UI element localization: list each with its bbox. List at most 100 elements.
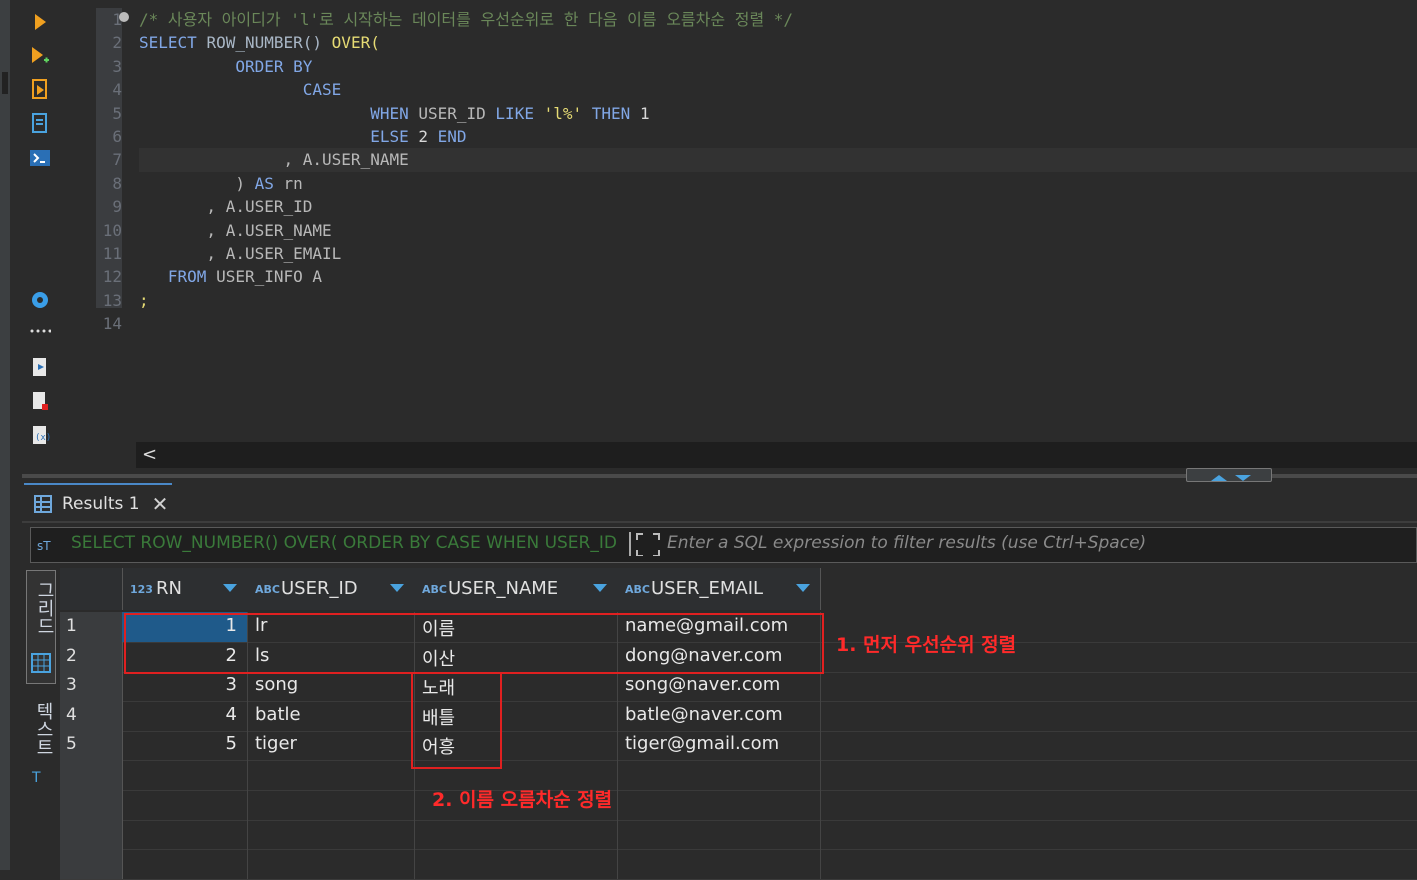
line-number: 10 [102,220,122,240]
code-line[interactable]: 12 FROM USER_INFO A [96,265,1396,288]
cell-user-id[interactable]: batle [247,700,415,731]
export-icon[interactable] [28,356,52,380]
cell-user-email[interactable] [617,789,821,820]
sort-dropdown-icon[interactable] [223,584,237,592]
sql-editor[interactable]: 1 /* 사용자 아이디가 'l'로 시작하는 데이터를 우선순위로 한 다음 이… [96,8,1417,442]
cell-rn[interactable]: 5 [122,730,248,761]
line-number: 6 [112,127,122,146]
tab-results-1[interactable]: Results 1 ✕ [24,483,172,523]
error-file-icon[interactable] [28,390,52,414]
code-token: , A.USER_EMAIL [139,244,342,263]
cell-user-id[interactable] [247,819,415,850]
execute-statement-icon[interactable] [28,10,52,34]
cell-user-id[interactable] [247,760,415,790]
side-tab-grid[interactable]: 그리드 [26,570,56,684]
svg-text:T: T [31,770,41,786]
side-tab-text[interactable]: 텍스트 T [26,694,54,794]
line-number: 3 [112,56,122,76]
cell-user-email[interactable]: tiger@gmail.com [617,730,821,761]
annotation-priority-sort: 1. 먼저 우선순위 정렬 [836,634,1017,656]
execute-script-icon[interactable] [28,78,52,102]
code-text: , A.USER_NAME [139,219,331,242]
splitter-handle[interactable] [1186,468,1272,482]
cell-user-email[interactable] [617,819,821,850]
code-line[interactable]: 1 /* 사용자 아이디가 'l'로 시작하는 데이터를 우선순위로 한 다음 이… [96,8,1396,31]
close-icon[interactable]: ✕ [152,492,169,516]
execute-new-tab-icon[interactable] [28,44,52,68]
cell-user-email[interactable] [617,760,821,790]
column-header[interactable]: ABC USER_ID [247,568,415,610]
cell-rn[interactable] [122,848,248,879]
row-number-cell[interactable]: 5 [60,730,123,761]
code-line[interactable]: 4 CASE [96,78,1396,101]
code-text: CASE [139,78,342,101]
code-line[interactable]: 6 ELSE 2 END [96,125,1396,148]
cell-user-id[interactable]: song [247,671,415,702]
cell-user-name[interactable] [414,848,618,879]
cell-user-name[interactable] [414,819,618,850]
settings-gear-icon[interactable] [28,288,52,312]
cell-rn[interactable] [122,789,248,820]
scroll-left-icon[interactable]: < [142,444,157,465]
cell-rn[interactable]: 4 [122,700,248,731]
column-header[interactable]: 123 RN [122,568,248,610]
console-icon[interactable] [28,146,52,170]
expand-filter-icon[interactable] [635,532,661,556]
code-line[interactable]: 14 [96,312,1396,335]
code-line[interactable]: 5 WHEN USER_ID LIKE 'l%' THEN 1 [96,102,1396,125]
code-line[interactable]: 9 , A.USER_ID [96,195,1396,218]
code-line[interactable]: 8 ) AS rn [96,172,1396,195]
cell-user-id[interactable] [247,789,415,820]
text-view-icon: T [31,770,41,786]
filter-input[interactable]: Enter a SQL expression to filter results… [667,533,1146,553]
filter-separator [629,532,631,556]
sort-dropdown-icon[interactable] [390,584,404,592]
code-text: FROM USER_INFO A [139,265,322,288]
cell-user-email[interactable]: batle@naver.com [617,700,821,731]
more-dots-icon[interactable] [28,318,52,342]
cell-user-id[interactable]: tiger [247,730,415,761]
table-row[interactable]: 5 5 tiger 어흥 tiger@gmail.com [60,730,1417,762]
row-number-cell[interactable] [60,819,123,850]
table-row[interactable]: 3 3 song 노래 song@naver.com [60,671,1417,703]
column-header-label: USER_EMAIL [651,578,764,599]
code-line[interactable]: 2 SELECT ROW_NUMBER() OVER( [96,31,1396,54]
sort-dropdown-icon[interactable] [796,584,810,592]
code-line[interactable]: 7 , A.USER_NAME [96,148,1396,171]
code-line[interactable]: 11 , A.USER_EMAIL [96,242,1396,265]
column-header[interactable]: ABC USER_NAME [414,568,618,610]
cell-rn[interactable] [122,760,248,790]
row-number-cell[interactable] [60,789,123,820]
row-number: 5 [66,734,77,755]
table-row[interactable]: 4 4 batle 배틀 batle@naver.com [60,700,1417,732]
row-number: 4 [66,704,77,725]
cell-user-email[interactable] [617,848,821,879]
code-line[interactable]: 10 , A.USER_NAME [96,219,1396,242]
cell-value: 4 [225,703,237,725]
variables-icon[interactable]: (x) [28,424,52,448]
editor-horizontal-scrollbar[interactable]: < [136,442,1417,468]
code-line[interactable]: 13; [96,289,1396,312]
code-text: , A.USER_ID [139,195,312,218]
explain-plan-icon[interactable] [28,112,52,136]
filter-bar[interactable]: sT SELECT ROW_NUMBER() OVER( ORDER BY CA… [30,527,1417,563]
cell-rn[interactable] [122,819,248,850]
cell-user-id[interactable] [247,848,415,879]
code-text: /* 사용자 아이디가 'l'로 시작하는 데이터를 우선순위로 한 다음 이름… [139,8,793,31]
row-number-cell[interactable] [60,848,123,879]
row-number-cell[interactable] [60,760,123,790]
row-number-cell[interactable]: 4 [60,700,123,731]
sort-dropdown-icon[interactable] [593,584,607,592]
row-number-cell[interactable]: 3 [60,671,123,702]
code-token: USER_ID [418,103,496,123]
row-number-cell[interactable]: 2 [60,641,123,672]
cell-value: 3 [225,674,237,696]
annotation-name-sort: 2. 이름 오름차순 정렬 [432,789,613,811]
code-line[interactable]: 3 ORDER BY [96,55,1396,78]
code-token: SELECT [139,33,207,53]
column-header[interactable]: ABC USER_EMAIL [617,568,821,610]
line-number: 8 [112,173,122,193]
row-number-cell[interactable]: 1 [60,612,123,642]
cell-rn[interactable]: 3 [122,671,248,702]
cell-user-email[interactable]: song@naver.com [617,671,821,702]
